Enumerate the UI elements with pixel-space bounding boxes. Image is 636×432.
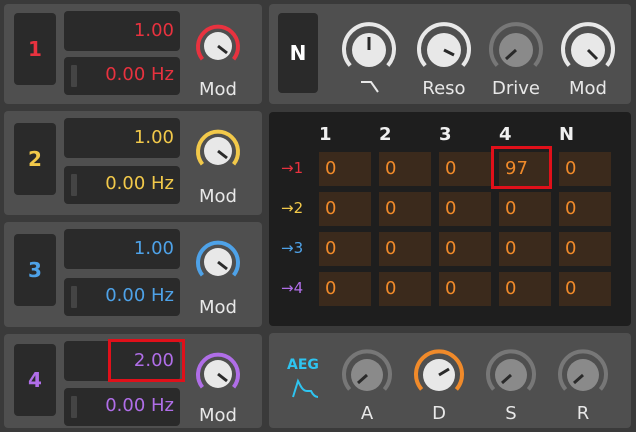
filter-mod-label: Mod — [569, 78, 607, 99]
operator-4-mod-knob[interactable] — [194, 350, 242, 398]
operator-3-mod-label: Mod — [199, 297, 237, 318]
operator-2-mod-knob[interactable] — [194, 127, 242, 175]
operator-3-freq-slot — [71, 286, 77, 308]
operator-2-freq-field[interactable]: 0.00 Hz — [64, 166, 180, 204]
matrix-cell[interactable]: 0 — [559, 152, 611, 186]
matrix-cell[interactable]: 0 — [499, 232, 551, 266]
envelope-shape-icon — [291, 377, 319, 401]
operator-2-ratio-field[interactable]: 1.00 — [64, 118, 180, 158]
operator-2-panel: 2 1.00 0.00 Hz Mod — [4, 111, 262, 215]
matrix-col-header: 4 — [499, 124, 512, 145]
matrix-cell[interactable]: 0 — [439, 272, 491, 306]
filter-cutoff-knob[interactable] — [341, 22, 397, 78]
operator-2-freq-slot — [71, 174, 77, 196]
operator-1-mod-knob[interactable] — [194, 22, 242, 70]
operator-3-mod-knob[interactable] — [194, 238, 242, 286]
matrix-cell[interactable]: 0 — [319, 232, 371, 266]
filter-reso-knob[interactable] — [416, 22, 472, 78]
filter-drive-label: Drive — [492, 78, 540, 99]
operator-1-freq-field[interactable]: 0.00 Hz — [64, 57, 180, 95]
matrix-row-label: →3 — [281, 239, 304, 257]
filter-mode-button[interactable]: N — [278, 13, 318, 93]
envelope-attack-knob[interactable] — [341, 349, 393, 401]
operator-2-mod-label: Mod — [199, 186, 237, 207]
envelope-attack-label: A — [360, 403, 374, 424]
matrix-cell-highlight — [491, 146, 552, 189]
matrix-col-header: 1 — [319, 124, 332, 145]
filter-shape-icon — [358, 78, 382, 96]
operator-1-mod-label: Mod — [199, 79, 237, 100]
operator-3-freq-field[interactable]: 0.00 Hz — [64, 278, 180, 316]
matrix-cell[interactable]: 0 — [439, 232, 491, 266]
operator-4-mod-label: Mod — [199, 405, 237, 426]
operator-3-ratio-field[interactable]: 1.00 — [64, 229, 180, 269]
operator-1-panel: 1 1.00 0.00 Hz Mod — [4, 4, 262, 104]
matrix-col-header: N — [559, 124, 575, 145]
operator-2-freq-value: 0.00 Hz — [105, 173, 174, 194]
aeg-label: AEG — [287, 357, 319, 373]
operator-4-freq-slot — [71, 396, 77, 418]
operator-1-freq-value: 0.00 Hz — [105, 64, 174, 85]
matrix-row-label: →1 — [281, 159, 304, 177]
envelope-sustain-label: S — [505, 403, 517, 424]
envelope-panel: AEG A D S R — [269, 333, 631, 428]
envelope-decay-label: D — [432, 403, 446, 424]
operator-1-number[interactable]: 1 — [14, 13, 56, 85]
envelope-release-knob[interactable] — [557, 349, 609, 401]
operator-1-ratio-field[interactable]: 1.00 — [64, 11, 180, 51]
matrix-cell[interactable]: 0 — [439, 192, 491, 226]
mod-matrix: 1 2 3 4 N →1 →2 →3 →4 0 0 0 97 0 0 0 0 0… — [269, 112, 631, 326]
filter-reso-label: Reso — [422, 78, 466, 99]
matrix-col-header: 3 — [439, 124, 452, 145]
matrix-cell[interactable]: 0 — [559, 232, 611, 266]
matrix-cell[interactable]: 0 — [499, 192, 551, 226]
matrix-cell[interactable]: 0 — [379, 192, 431, 226]
matrix-cell[interactable]: 0 — [379, 272, 431, 306]
envelope-release-label: R — [576, 403, 590, 424]
operator-3-number[interactable]: 3 — [14, 234, 56, 306]
filter-mod-knob[interactable] — [560, 22, 616, 78]
operator-4-freq-value: 0.00 Hz — [105, 395, 174, 416]
operator-3-panel: 3 1.00 0.00 Hz Mod — [4, 222, 262, 327]
matrix-cell[interactable]: 0 — [379, 152, 431, 186]
matrix-row-label: →2 — [281, 199, 304, 217]
matrix-col-header: 2 — [379, 124, 392, 145]
operator-3-freq-value: 0.00 Hz — [105, 285, 174, 306]
operator-4-number[interactable]: 4 — [14, 344, 56, 416]
matrix-cell[interactable]: 0 — [379, 232, 431, 266]
matrix-cell[interactable]: 0 — [319, 192, 371, 226]
matrix-cell[interactable]: 0 — [559, 272, 611, 306]
matrix-cell[interactable]: 0 — [439, 152, 491, 186]
matrix-cell[interactable]: 0 — [559, 192, 611, 226]
filter-drive-knob[interactable] — [488, 22, 544, 78]
matrix-cell[interactable]: 0 — [319, 272, 371, 306]
operator-4-ratio-highlight — [108, 339, 185, 382]
envelope-sustain-knob[interactable] — [485, 349, 537, 401]
operator-1-freq-slot — [71, 65, 77, 87]
matrix-row-label: →4 — [281, 279, 304, 297]
envelope-decay-knob[interactable] — [413, 349, 465, 401]
operator-4-freq-field[interactable]: 0.00 Hz — [64, 388, 180, 426]
matrix-cell[interactable]: 0 — [499, 272, 551, 306]
matrix-cell[interactable]: 0 — [319, 152, 371, 186]
operator-2-number[interactable]: 2 — [14, 123, 56, 195]
filter-panel: N Reso Drive Mod — [269, 4, 631, 104]
